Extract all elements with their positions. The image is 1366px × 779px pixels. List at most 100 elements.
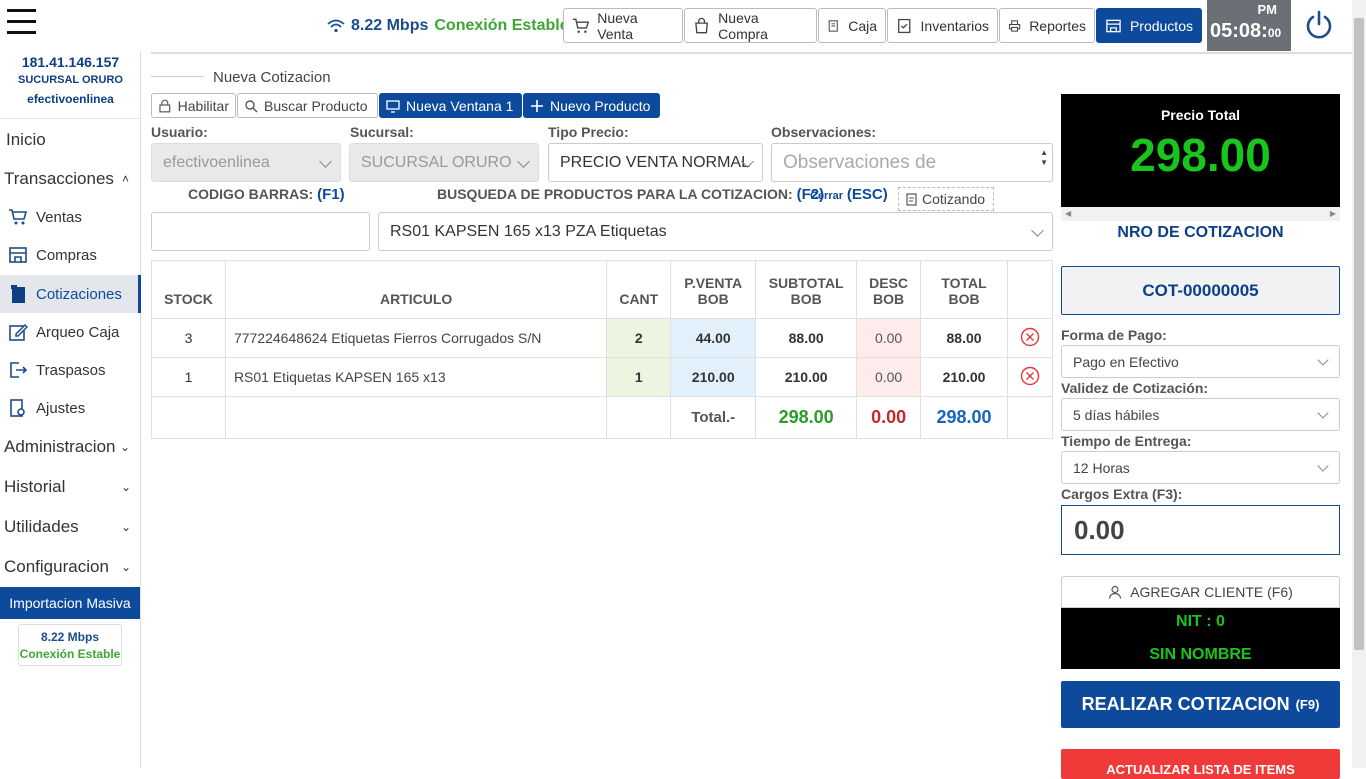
sidebar-item-ajustes[interactable]: Ajustes	[0, 389, 141, 427]
cerrar-link[interactable]: Cerrar (ESC)	[810, 186, 888, 203]
cell-actions	[1006, 318, 1054, 358]
usuario-label: Usuario:	[151, 124, 208, 140]
cell-desc[interactable]: 0.00	[856, 357, 922, 397]
sidebar-item-traspasos[interactable]: Traspasos	[0, 351, 141, 389]
lock-icon	[159, 99, 171, 112]
observaciones-field[interactable]: Observaciones de ▲ ▼	[771, 143, 1053, 182]
usuario-select[interactable]: efectivoenlinea	[151, 143, 341, 182]
sidebar-item-configuracion[interactable]: Configuracion ⌄	[0, 548, 141, 586]
reportes-button[interactable]: Reportes	[999, 8, 1095, 43]
cell-desc[interactable]: 0.00	[856, 318, 922, 358]
sidebar-item-label: Cotizaciones	[36, 285, 122, 303]
col-desc-b: BOB	[873, 291, 905, 307]
cell-pventa[interactable]: 210.00	[670, 357, 757, 397]
wifi-icon	[327, 19, 345, 33]
totals-desc: 0.00	[856, 396, 922, 439]
cell-cant[interactable]: 1	[606, 357, 672, 397]
forma-pago-select[interactable]: Pago en Efectivo	[1061, 345, 1340, 378]
menu-icon[interactable]	[7, 9, 36, 35]
inventarios-button[interactable]: Inventarios	[887, 8, 998, 43]
remove-icon[interactable]	[1020, 327, 1040, 347]
edit-icon	[9, 323, 28, 341]
productos-button[interactable]: Productos	[1096, 8, 1202, 43]
user-name: efectivoenlinea	[27, 92, 114, 106]
buscar-producto-label: Buscar Producto	[264, 97, 368, 114]
codigo-barras-label: CODIGO BARRAS: (F1)	[188, 186, 345, 203]
nuevo-producto-button[interactable]: Nuevo Producto	[523, 93, 660, 118]
codigo-barras-key: (F1)	[317, 186, 345, 203]
nueva-ventana-button[interactable]: Nueva Ventana 1	[379, 93, 522, 118]
sidebar-item-inicio[interactable]: Inicio	[0, 121, 141, 159]
scroll-right-icon[interactable]: ▶	[1330, 209, 1336, 218]
importacion-masiva-button[interactable]: Importacion Masiva	[0, 587, 140, 619]
client-name: SIN NOMBRE	[1149, 646, 1252, 663]
sidebar-item-label: Arqueo Caja	[36, 323, 120, 341]
nueva-compra-button[interactable]: Nueva Compra	[684, 8, 817, 43]
totals-subtotal: 298.00	[755, 396, 858, 439]
cell-pventa[interactable]: 44.00	[670, 318, 757, 358]
page-scrollbar[interactable]	[1352, 0, 1366, 768]
connection-speed: 8.22 Mbps	[40, 630, 100, 644]
scroll-left-icon[interactable]: ◀	[1065, 209, 1071, 218]
codigo-barras-input[interactable]	[151, 212, 370, 251]
sidebar-item-label: Historial	[4, 477, 66, 496]
monitor-icon	[386, 99, 400, 113]
cell-cant[interactable]: 2	[606, 318, 672, 358]
caja-button[interactable]: Caja	[818, 8, 886, 43]
tipo-precio-select[interactable]: PRECIO VENTA NORMAL	[548, 143, 763, 182]
spinner-icon[interactable]: ▲ ▼	[1040, 148, 1048, 168]
busqueda-text: BUSQUEDA DE PRODUCTOS PARA LA COTIZACION…	[437, 186, 793, 202]
habilitar-label: Habilitar	[177, 97, 229, 114]
col-cant: CANT	[606, 260, 672, 319]
nueva-venta-button[interactable]: Nueva Venta	[563, 8, 683, 43]
forma-pago-value: Pago en Efectivo	[1073, 353, 1179, 370]
session-info: 181.41.146.157 SUCURSAL ORURO efectivoen…	[0, 54, 141, 106]
power-icon[interactable]	[1303, 9, 1335, 41]
connection-speed: 8.22 Mbps	[351, 17, 429, 34]
header-divider	[151, 52, 1352, 54]
agregar-cliente-button[interactable]: AGREGAR CLIENTE (F6)	[1061, 576, 1340, 608]
price-panel-scrollbar[interactable]: ◀ ▶	[1061, 207, 1340, 221]
remove-icon[interactable]	[1020, 366, 1040, 386]
cargos-extra-input[interactable]: 0.00	[1061, 505, 1340, 555]
product-search-select[interactable]: RS01 KAPSEN 165 x13 PZA Etiquetas	[378, 212, 1053, 251]
sidebar-item-cotizaciones[interactable]: Cotizaciones	[0, 275, 141, 313]
tiempo-entrega-select[interactable]: 12 Horas	[1061, 451, 1340, 484]
sidebar-item-administracion[interactable]: Administracion ⌄	[0, 428, 141, 466]
validez-select[interactable]: 5 días hábiles	[1061, 398, 1340, 431]
sidebar-item-ventas[interactable]: Ventas	[0, 198, 141, 236]
sidebar-item-label: Compras	[36, 246, 97, 264]
sidebar-item-label: Ajustes	[36, 399, 86, 417]
actualizar-lista-button[interactable]: ACTUALIZAR LISTA DE ITEMS	[1061, 749, 1340, 779]
sidebar-item-arqueo[interactable]: Arqueo Caja	[0, 313, 141, 351]
clock: PM 05:08:00	[1207, 0, 1291, 51]
plus-icon	[531, 99, 543, 112]
chevron-down-icon: ⌄	[120, 520, 131, 534]
col-subtotal-a: SUBTOTAL	[768, 275, 844, 291]
col-desc-a: DESC	[869, 275, 909, 291]
clock-ampm: PM	[1257, 2, 1278, 17]
chevron-down-icon	[1317, 460, 1329, 472]
sidebar-item-utilidades[interactable]: Utilidades ⌄	[0, 508, 141, 546]
cell-total: 88.00	[920, 318, 1008, 358]
cell-stock: 1	[151, 357, 226, 397]
scrollbar-thumb[interactable]	[1354, 18, 1364, 650]
realizar-cotizacion-button[interactable]: REALIZAR COTIZACION (F9)	[1061, 681, 1340, 728]
ip-address: 181.41.146.157	[21, 54, 120, 70]
sidebar: 181.41.146.157 SUCURSAL ORURO efectivoen…	[0, 51, 141, 768]
sidebar-item-compras[interactable]: Compras	[0, 236, 141, 274]
sidebar-item-transacciones[interactable]: Transacciones ˄	[0, 160, 141, 198]
totals-label: Total.-	[670, 396, 757, 439]
sidebar-item-historial[interactable]: Historial ⌄	[0, 468, 141, 506]
cell-subtotal: 210.00	[755, 357, 858, 397]
sucursal-select[interactable]: SUCURSAL ORURO	[349, 143, 539, 182]
sucursal-label: Sucursal:	[350, 124, 414, 140]
buscar-producto-button[interactable]: Buscar Producto	[237, 93, 378, 118]
clock-time: 05:08:	[1210, 20, 1268, 42]
document-settings-icon	[10, 399, 25, 417]
col-subtotal-b: BOB	[790, 291, 822, 307]
cell-stock: 3	[151, 318, 226, 358]
habilitar-button[interactable]: Habilitar	[151, 93, 236, 118]
page-title: Nueva Cotizacion	[213, 69, 331, 86]
tipo-precio-value: PRECIO VENTA NORMAL	[560, 153, 750, 171]
